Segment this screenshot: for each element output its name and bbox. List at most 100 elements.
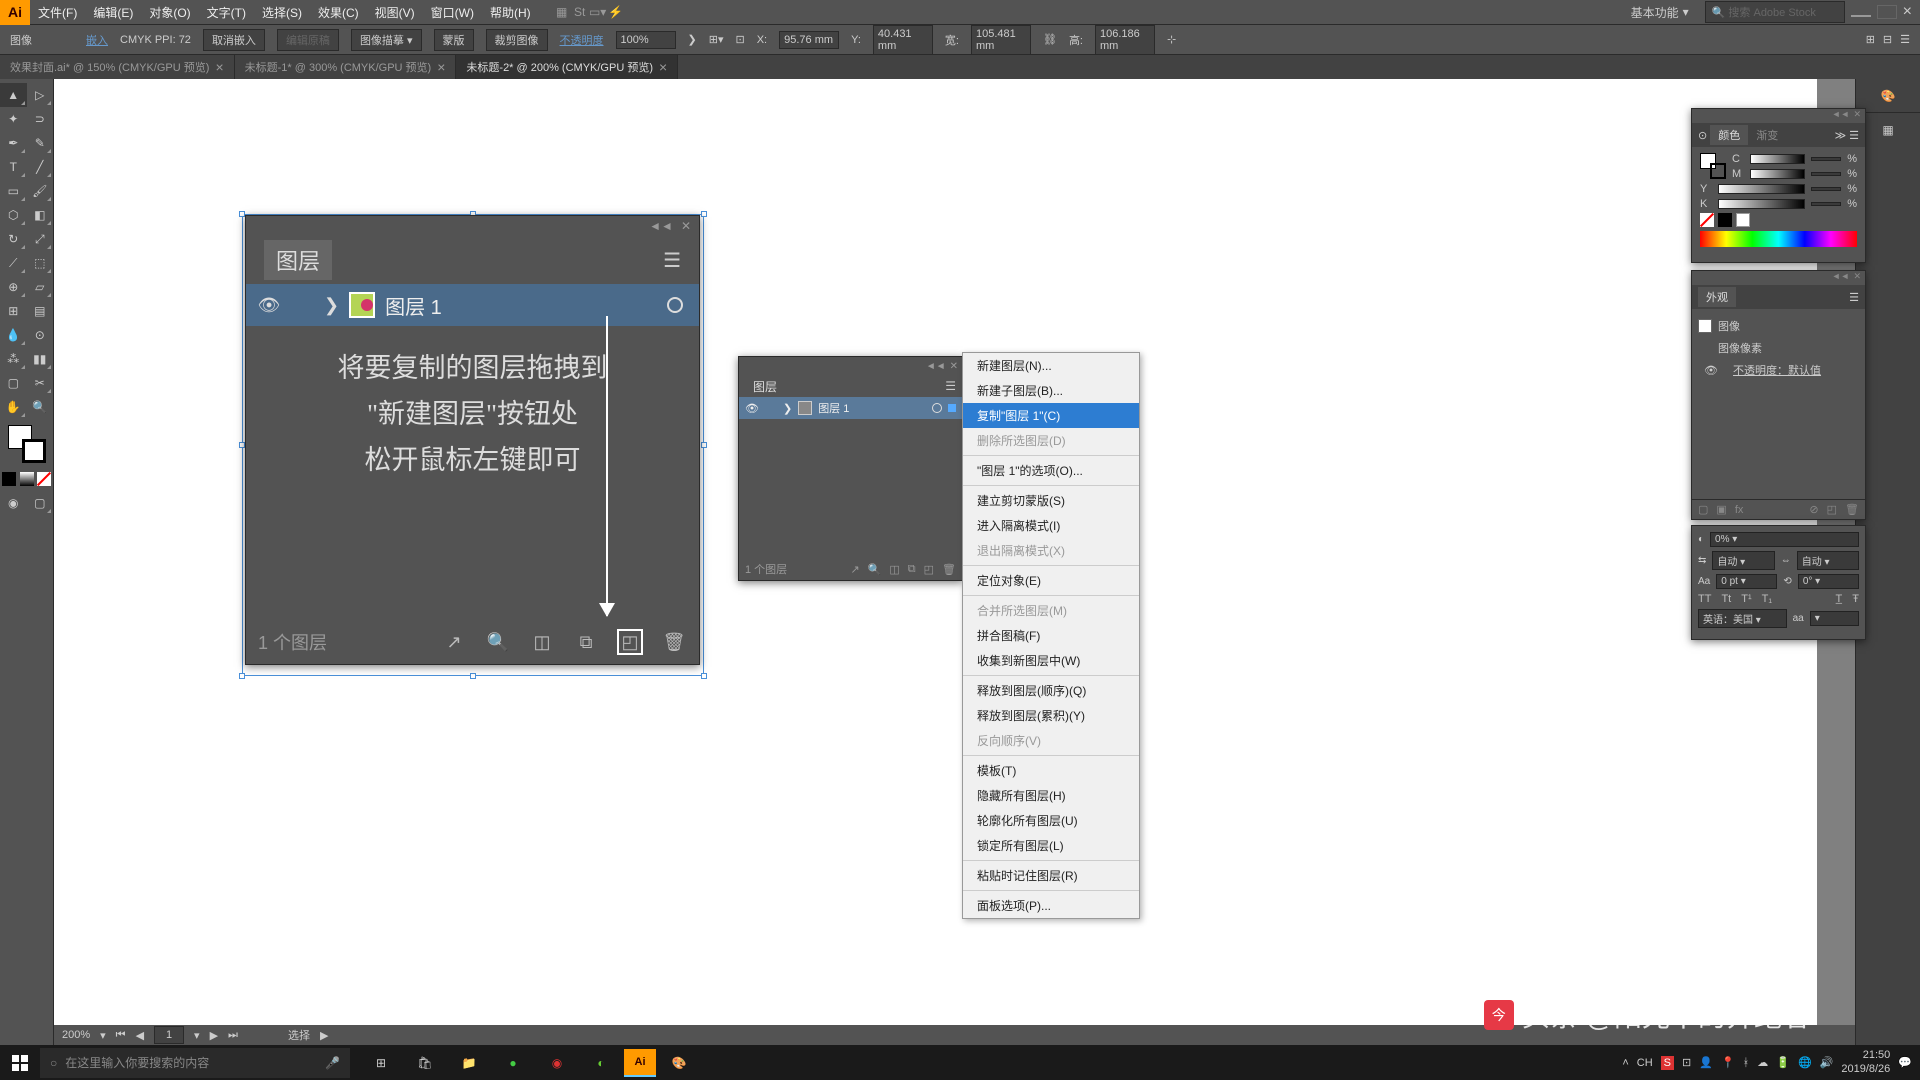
zoom-tool[interactable]: 🔍 [27, 395, 54, 419]
x-input[interactable]: 95.76 mm [779, 31, 839, 49]
context-menu-item[interactable]: 复制"图层 1"(C) [963, 403, 1139, 428]
close-icon[interactable]: × [1903, 3, 1912, 21]
draw-normal[interactable]: ◉ [0, 491, 27, 515]
zoom-level[interactable]: 200% [62, 1029, 90, 1041]
paintbrush-tool[interactable]: 🖌 [27, 179, 54, 203]
panel-menu-icon[interactable]: ≫ ☰ [1835, 129, 1859, 142]
superscript-icon[interactable]: T¹ [1741, 593, 1751, 605]
collapse-icon[interactable]: ◄◄ [649, 219, 673, 233]
unembed-button[interactable]: 取消嵌入 [203, 29, 265, 51]
tool-chevron-icon[interactable]: ▶ [320, 1029, 328, 1042]
y-slider[interactable] [1718, 184, 1805, 194]
people-icon[interactable]: 👤 [1699, 1056, 1713, 1069]
sublayer-icon[interactable]: ⧉ [908, 563, 916, 576]
clip-icon[interactable]: ◫ [889, 563, 899, 576]
add-fill-icon[interactable]: ▣ [1716, 503, 1726, 516]
menu-effect[interactable]: 效果(C) [310, 4, 367, 21]
target-icon[interactable] [667, 297, 683, 313]
magic-wand-tool[interactable]: ✦ [0, 107, 27, 131]
locate-icon[interactable]: ↗ [850, 563, 859, 576]
gradient-mode[interactable] [18, 467, 36, 491]
shape-builder-tool[interactable]: ⊕ [0, 275, 27, 299]
workspace-switcher[interactable]: 基本功能 ▾ [1621, 4, 1699, 21]
selection-tool[interactable]: ▲ [0, 83, 27, 107]
panel-menu-icon[interactable]: ☰ [945, 379, 956, 393]
clock[interactable]: 21:502019/8/26 [1841, 1049, 1890, 1075]
task-view-icon[interactable]: ⊞ [360, 1045, 402, 1080]
mask-button[interactable]: 蒙版 [434, 29, 474, 51]
embed-link[interactable]: 嵌入 [86, 32, 108, 48]
menu-select[interactable]: 选择(S) [254, 4, 310, 21]
context-menu-item[interactable]: 收集到新图层中(W) [963, 648, 1139, 673]
collapse-icon[interactable]: ◄◄ [926, 361, 946, 372]
panel-menu-icon[interactable]: ☰ [663, 248, 681, 273]
crop-button[interactable]: 裁剪图像 [486, 29, 548, 51]
panel-menu-icon[interactable]: ☰ [1900, 33, 1910, 46]
artboard-tool[interactable]: ▢ [0, 371, 27, 395]
c-slider[interactable] [1750, 154, 1805, 164]
allcaps-icon[interactable]: TT [1698, 593, 1711, 605]
k-value[interactable] [1811, 202, 1841, 206]
nav-chevron-icon[interactable]: ▾ [194, 1029, 200, 1042]
opacity-select[interactable]: 0% ▾ [1710, 532, 1859, 547]
menu-edit[interactable]: 编辑(E) [85, 4, 141, 21]
slice-tool[interactable]: ✂ [27, 371, 54, 395]
subscript-icon[interactable]: T₁ [1762, 593, 1772, 605]
blend-tool[interactable]: ⊙ [27, 323, 54, 347]
target-icon[interactable] [932, 403, 942, 413]
color-tab[interactable]: 颜色 [1710, 125, 1748, 145]
menu-type[interactable]: 文字(T) [199, 4, 254, 21]
add-effect-icon[interactable]: fx [1735, 504, 1744, 516]
volume-icon[interactable]: 🔊 [1820, 1056, 1834, 1069]
menu-window[interactable]: 窗口(W) [423, 4, 482, 21]
clip-mask-icon[interactable]: ◫ [529, 629, 555, 655]
delete-icon[interactable]: 🗑 [1845, 503, 1859, 516]
appearance-tab[interactable]: 外观 [1698, 287, 1736, 307]
context-menu-item[interactable]: "图层 1"的选项(O)... [963, 458, 1139, 483]
underline-icon[interactable]: T̲ [1836, 593, 1843, 605]
close-tab-icon[interactable]: × [659, 59, 667, 75]
symbol-sprayer-tool[interactable]: ⁂ [0, 347, 27, 371]
menu-view[interactable]: 视图(V) [367, 4, 423, 21]
search-layer-icon[interactable]: 🔍 [485, 629, 511, 655]
illustrator-taskbar-icon[interactable]: Ai [624, 1049, 656, 1077]
clear-icon[interactable]: ⊘ [1809, 503, 1818, 516]
link-wh-icon[interactable]: ⛓ [1043, 33, 1057, 46]
close-panel-icon[interactable]: ✕ [950, 361, 958, 372]
aa-select[interactable]: ▾ [1810, 611, 1859, 626]
visibility-icon[interactable]: 👁 [745, 402, 759, 415]
bluetooth-icon[interactable]: ᚼ [1743, 1057, 1750, 1069]
curvature-tool[interactable]: ✎ [27, 131, 54, 155]
layer-name[interactable]: 图层 1 [385, 291, 442, 320]
context-menu-item[interactable]: 新建图层(N)... [963, 353, 1139, 378]
duplicate-icon[interactable]: ◰ [1827, 503, 1837, 516]
screen-mode[interactable]: ▢ [27, 491, 54, 515]
battery-icon[interactable]: 🔋 [1776, 1056, 1790, 1069]
layer-row-small[interactable]: 👁 ❯ 图层 1 [739, 397, 962, 419]
chevron-icon[interactable]: ❯ [688, 33, 697, 46]
taskbar-search[interactable]: ○在这里输入你要搜索的内容🎤 [40, 1048, 350, 1078]
context-menu-item[interactable]: 拼合图稿(F) [963, 623, 1139, 648]
y-value[interactable] [1811, 187, 1841, 191]
tracking-select[interactable]: 自动 ▾ [1797, 551, 1859, 570]
arrange-icon[interactable]: ▭▾ [589, 3, 607, 21]
doc-tab-3[interactable]: 未标题-2* @ 200% (CMYK/GPU 预览)× [456, 55, 678, 79]
c-value[interactable] [1811, 157, 1841, 161]
perspective-tool[interactable]: ▱ [27, 275, 54, 299]
gradient-tab[interactable]: 渐变 [1748, 125, 1786, 145]
color-mode[interactable] [0, 467, 18, 491]
lasso-tool[interactable]: ⊃ [27, 107, 54, 131]
stock-icon[interactable]: St [571, 3, 589, 21]
nav-next-icon[interactable]: ▶ [210, 1029, 218, 1042]
delete-layer-icon[interactable]: 🗑 [661, 629, 687, 655]
search-stock[interactable]: 🔍 搜索 Adobe Stock [1705, 1, 1845, 23]
close-icon[interactable]: ✕ [1853, 109, 1861, 123]
nav-first-icon[interactable]: ⏮ [116, 1029, 126, 1042]
kerning-select[interactable]: 自动 ▾ [1712, 551, 1774, 570]
gpu-icon[interactable]: ⚡ [607, 3, 625, 21]
panel-menu-icon[interactable]: ☰ [1849, 291, 1859, 304]
onedrive-icon[interactable]: ☁ [1757, 1056, 1768, 1069]
context-menu-item[interactable]: 隐藏所有图层(H) [963, 783, 1139, 808]
scale-tool[interactable]: ⤢ [27, 227, 54, 251]
pen-tool[interactable]: ✒ [0, 131, 27, 155]
